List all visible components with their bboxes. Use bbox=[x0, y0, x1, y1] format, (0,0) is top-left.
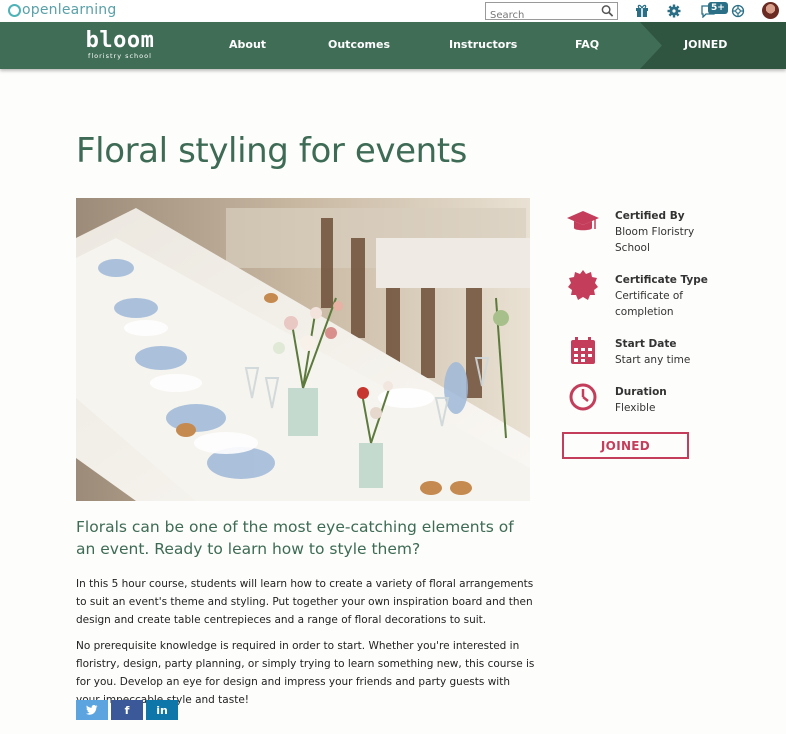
search-box bbox=[485, 2, 618, 24]
gift-icon[interactable] bbox=[634, 3, 650, 19]
facebook-icon: f bbox=[124, 703, 130, 717]
page-title: Floral styling for events bbox=[76, 131, 467, 171]
help-icon[interactable] bbox=[730, 3, 746, 19]
fact-label: Duration bbox=[615, 386, 667, 398]
bloom-logo[interactable]: bloom floristry school bbox=[80, 28, 160, 61]
fact-label: Certified By bbox=[615, 210, 685, 222]
search-icon[interactable] bbox=[601, 4, 614, 18]
share-linkedin-button[interactable]: in bbox=[146, 700, 178, 720]
fact-value: Certificate of completion bbox=[615, 290, 683, 318]
course-nav: bloom floristry school About Outcomes In… bbox=[0, 22, 786, 69]
openlearning-logo[interactable]: openlearning bbox=[8, 2, 116, 18]
brand-name: bloom bbox=[85, 28, 155, 53]
fact-start-date: Start Date Start any time bbox=[615, 336, 725, 368]
share-facebook-button[interactable]: f bbox=[111, 700, 143, 720]
nav-item-about[interactable]: About bbox=[229, 38, 266, 51]
avatar[interactable] bbox=[762, 2, 779, 19]
nav-item-instructors[interactable]: Instructors bbox=[449, 38, 517, 51]
nav-joined-label: JOINED bbox=[684, 38, 728, 51]
fact-value: Flexible bbox=[615, 402, 656, 414]
fact-label: Start Date bbox=[615, 338, 677, 350]
twitter-icon bbox=[86, 705, 98, 715]
nav-item-outcomes[interactable]: Outcomes bbox=[328, 38, 390, 51]
notifications-badge[interactable]: 5+ bbox=[708, 2, 728, 14]
clock-icon bbox=[569, 383, 597, 411]
fact-value: Bloom Floristry School bbox=[615, 226, 695, 254]
course-prerequisites: No prerequisite knowledge is required in… bbox=[76, 640, 535, 706]
fact-duration: Duration Flexible bbox=[615, 384, 725, 416]
gear-icon[interactable] bbox=[666, 3, 682, 19]
openlearning-logo-text: openlearning bbox=[22, 2, 117, 18]
fact-label: Certificate Type bbox=[615, 274, 708, 286]
course-description: In this 5 hour course, students will lea… bbox=[76, 578, 534, 626]
certificate-seal-icon bbox=[568, 270, 598, 300]
linkedin-icon: in bbox=[156, 703, 168, 717]
graduation-cap-icon bbox=[567, 211, 599, 231]
nav-item-faq[interactable]: FAQ bbox=[575, 38, 599, 51]
fact-certificate-type: Certificate Type Certificate of completi… bbox=[615, 272, 725, 320]
calendar-icon bbox=[571, 337, 595, 364]
course-intro: Florals can be one of the most eye-catch… bbox=[76, 518, 514, 558]
hero-image bbox=[76, 198, 530, 501]
nav-joined-tab[interactable]: JOINED bbox=[640, 22, 786, 69]
fact-value: Start any time bbox=[615, 354, 691, 366]
openlearning-logo-icon bbox=[8, 3, 21, 17]
top-bar: openlearning 5+ bbox=[0, 0, 786, 24]
joined-button[interactable]: JOINED bbox=[562, 432, 689, 459]
share-twitter-button[interactable] bbox=[76, 700, 108, 720]
brand-subtitle: floristry school bbox=[88, 52, 152, 60]
fact-certified-by: Certified By Bloom Floristry School bbox=[615, 208, 725, 256]
